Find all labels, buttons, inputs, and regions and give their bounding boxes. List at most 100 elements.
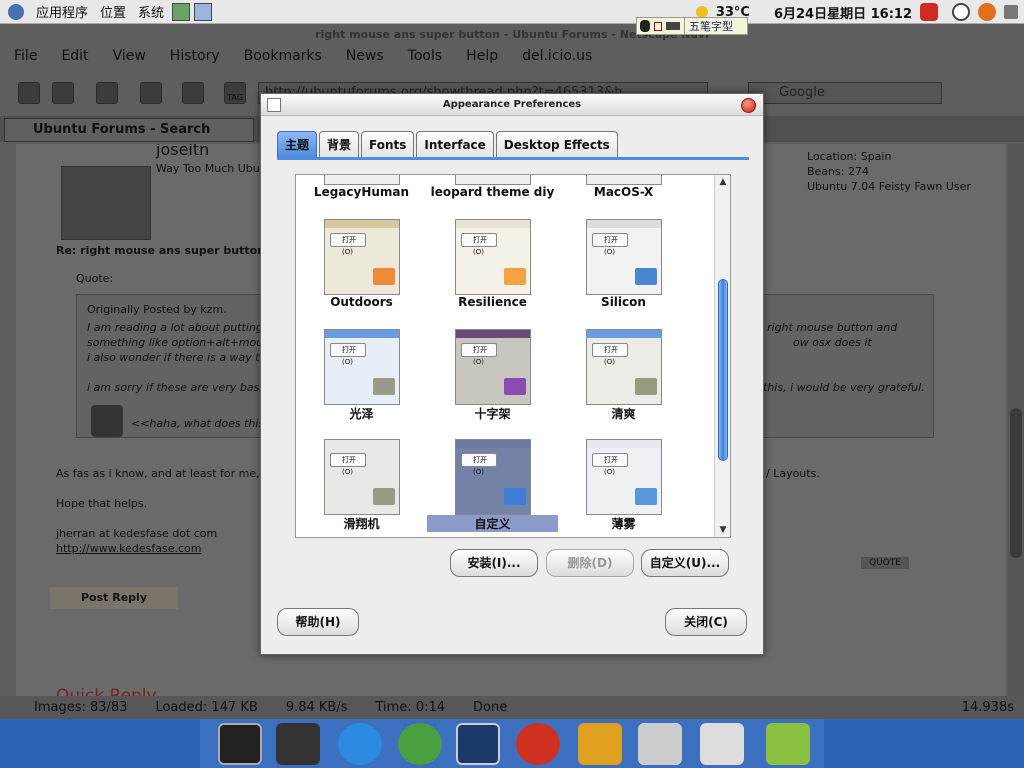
menu-delicious[interactable]: del.icio.us [522, 48, 592, 70]
theme-item[interactable]: 打开(O) 自定义 [427, 175, 558, 537]
theme-preview: 打开(O) [324, 439, 400, 515]
quote-button[interactable]: QUOTE [861, 557, 909, 569]
movie-clapper-icon[interactable] [276, 723, 320, 765]
theme-preview-button: 打开(O) [592, 453, 628, 476]
tab-desktop-effects[interactable]: Desktop Effects [495, 131, 618, 157]
menu-news[interactable]: News [346, 48, 384, 70]
tab-underline [277, 157, 749, 160]
package-manager-icon[interactable] [638, 723, 682, 765]
volume-icon[interactable] [1004, 5, 1018, 19]
launcher-notes-icon[interactable] [194, 2, 213, 21]
dialog-titlebar[interactable]: Appearance Preferences [261, 94, 763, 116]
help-button[interactable]: 帮助(H) [277, 608, 359, 636]
search-bar[interactable]: Google [748, 82, 942, 104]
post-reply-button[interactable]: Post Reply [50, 587, 178, 609]
folder-icon [635, 488, 657, 505]
originally-posted: Originally Posted by kzm. [87, 303, 227, 316]
back-icon[interactable] [18, 82, 40, 104]
browser-title: right mouse ans super button - Ubuntu Fo… [315, 28, 709, 41]
status-elapsed: 14.938s [961, 700, 1014, 715]
browser-menubar: File Edit View History Bookmarks News To… [0, 48, 592, 70]
tab-theme[interactable]: 主题 [277, 131, 318, 157]
scroll-thumb[interactable] [718, 279, 728, 461]
install-button[interactable]: 安装(I)... [450, 549, 538, 577]
post-username[interactable]: joseitn [156, 144, 209, 159]
theme-scrollbar[interactable]: ▲ ▼ [714, 175, 730, 537]
ubuntu-logo-icon[interactable] [8, 3, 24, 20]
theme-preview-titlebar [456, 440, 530, 448]
chat-bubble-icon[interactable] [952, 3, 970, 21]
trash-icon[interactable] [766, 723, 810, 765]
tag-icon[interactable]: TAG [224, 82, 246, 104]
browser-scrollbar[interactable] [1008, 144, 1024, 696]
dialog-title: Appearance Preferences [442, 99, 582, 110]
ime-name: 五笔字型 [684, 18, 733, 34]
theme-name: 滑翔机 [343, 517, 380, 531]
quote-line-1b: right mouse button and [767, 321, 898, 334]
menu-bookmarks[interactable]: Bookmarks [244, 48, 322, 70]
theme-list[interactable]: LegacyHuman leopard theme diy MacOS-X 打开(O)… [295, 174, 731, 538]
theme-grid: LegacyHuman leopard theme diy MacOS-X 打开(O)… [296, 175, 714, 537]
delete-button[interactable]: 删除(D) [546, 549, 634, 577]
menu-system[interactable]: 系统 [132, 2, 170, 21]
browser-tab[interactable]: Ubuntu Forums - Search Res... [4, 118, 254, 159]
close-icon[interactable] [741, 98, 756, 113]
theme-preview: 打开(O) [586, 439, 662, 515]
photo-editor-icon[interactable] [578, 723, 622, 765]
lock-icon [654, 21, 662, 31]
window-menu-icon[interactable] [267, 98, 281, 112]
appearance-icon[interactable] [700, 723, 744, 765]
web-browser-icon[interactable] [516, 723, 560, 765]
tab-interface[interactable]: Interface [416, 131, 494, 157]
forward-icon[interactable] [52, 82, 74, 104]
reply-title: Re: right mouse ans super button [56, 244, 266, 257]
messenger-icon[interactable] [398, 723, 442, 765]
user-status-icon[interactable] [978, 3, 996, 21]
status-done: Done [473, 700, 508, 715]
theme-preview-titlebar [325, 440, 399, 448]
input-method-bar[interactable]: 五笔字型 [636, 17, 748, 35]
penguin-icon [640, 20, 650, 32]
menu-applications[interactable]: 应用程序 [30, 2, 94, 21]
quote-line-3: i also wonder if there is a way to m [87, 351, 281, 364]
signature-link[interactable]: http://www.kedesfase.com [56, 542, 202, 555]
status-time: Time: 0:14 [375, 700, 446, 715]
scroll-up-icon[interactable]: ▲ [717, 177, 729, 187]
hope-text: Hope that helps. [56, 497, 148, 510]
reload-icon[interactable] [96, 82, 118, 104]
quote-line-4b: this, i would be very grateful. [763, 381, 925, 394]
scroll-down-icon[interactable]: ▼ [717, 525, 729, 535]
system-monitor-icon[interactable] [456, 723, 500, 765]
browser-scroll-thumb[interactable] [1010, 408, 1022, 558]
launcher-text-editor-icon[interactable] [172, 2, 191, 21]
customize-button[interactable]: 自定义(U)... [641, 549, 729, 577]
terminal-icon[interactable] [218, 723, 262, 765]
quote-line-1: I am reading a lot about putting yo [87, 321, 280, 334]
menu-history[interactable]: History [170, 48, 220, 70]
menu-help[interactable]: Help [466, 48, 498, 70]
screen-grab-icon[interactable] [182, 82, 204, 104]
browser-statusbar: Images: 83/83 Loaded: 147 KB 9.84 KB/s T… [0, 696, 1024, 719]
menu-file[interactable]: File [14, 48, 37, 70]
user-avatar [61, 166, 151, 240]
new-tab-icon[interactable] [140, 82, 162, 104]
theme-preview: 打开(O) [455, 439, 531, 515]
menu-view[interactable]: View [113, 48, 146, 70]
tab-background[interactable]: 背景 [319, 131, 360, 157]
quote-label: Quote: [76, 272, 114, 285]
menu-places[interactable]: 位置 [94, 2, 132, 21]
quote-line-4: i am sorry if these are very basic qu [87, 381, 286, 394]
theme-name: 自定义 [427, 515, 558, 532]
theme-item[interactable]: 打开(O) 薄雾 [558, 175, 689, 537]
menu-edit[interactable]: Edit [61, 48, 88, 70]
keyboard-icon [666, 22, 680, 30]
power-icon[interactable] [920, 3, 938, 21]
theme-preview-titlebar [587, 440, 661, 448]
tab-fonts[interactable]: Fonts [361, 131, 415, 157]
close-button[interactable]: 关闭(C) [665, 608, 747, 636]
theme-item[interactable]: 打开(O) 滑翔机 [296, 175, 427, 537]
menu-tools[interactable]: Tools [408, 48, 443, 70]
swiftfox-icon[interactable] [338, 723, 382, 765]
post-os: Ubuntu 7.04 Feisty Fawn User [807, 180, 971, 193]
clock-label[interactable]: 6月24日星期日 16:12 [774, 3, 912, 22]
